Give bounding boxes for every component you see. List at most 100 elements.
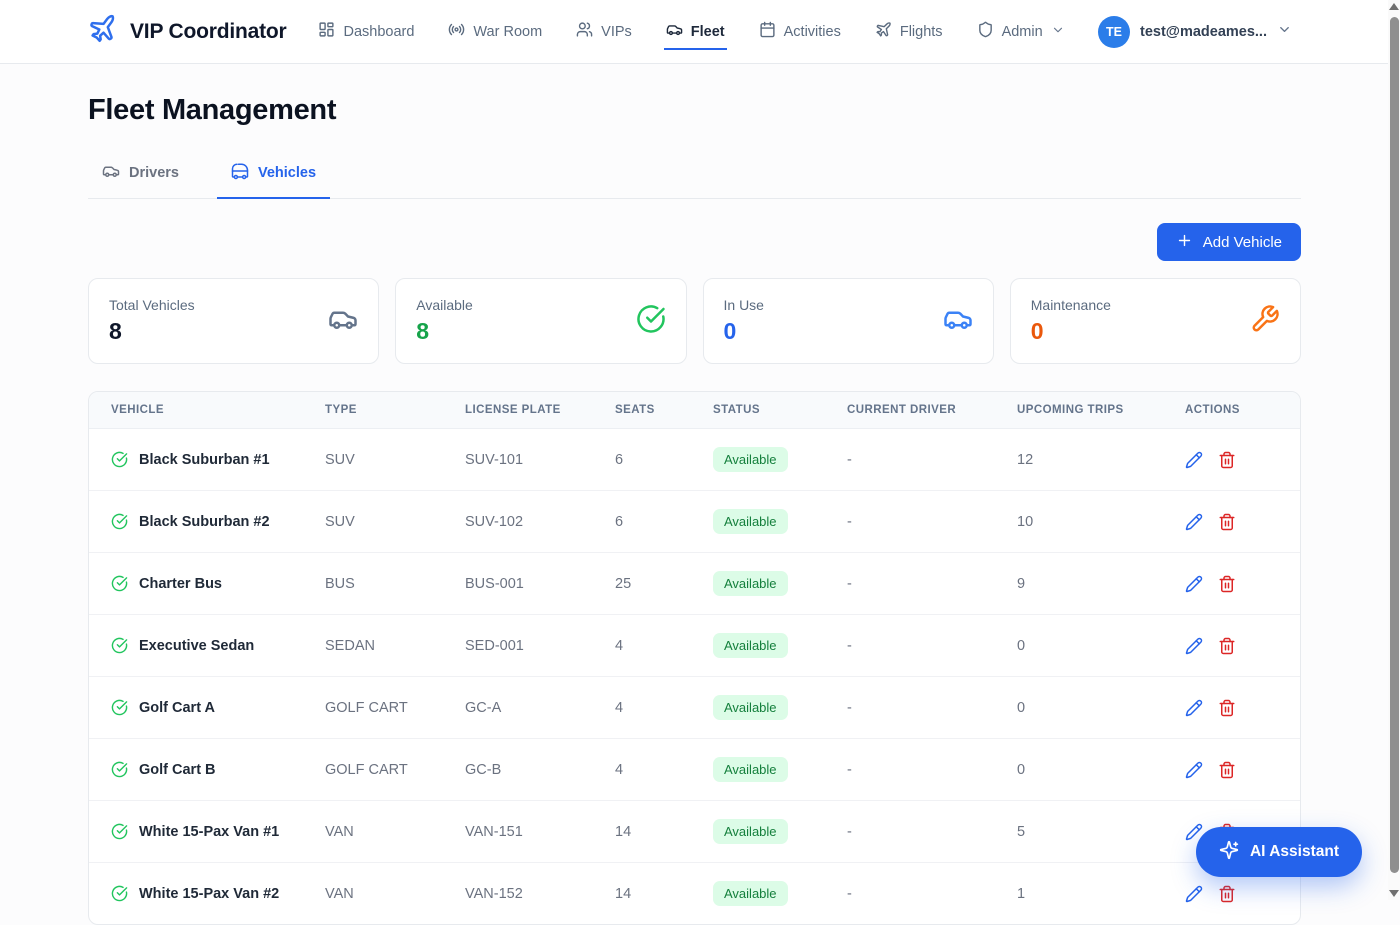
vehicle-seats: 25 — [615, 553, 713, 615]
circle-check-icon — [111, 451, 128, 468]
delete-button[interactable] — [1218, 699, 1236, 717]
vehicle-name-cell: Golf Cart B — [111, 761, 315, 778]
stat-label: Available — [416, 297, 473, 313]
row-actions — [1185, 451, 1290, 469]
vehicle-type: SUV — [325, 429, 465, 491]
vehicle-type: BUS — [325, 553, 465, 615]
nav-item-vips[interactable]: VIPs — [574, 13, 634, 50]
stat-label: Maintenance — [1031, 297, 1111, 313]
shield-icon — [977, 21, 994, 42]
vehicle-name-cell: Executive Sedan — [111, 637, 315, 654]
brand-title: VIP Coordinator — [130, 20, 286, 44]
vehicle-seats: 14 — [615, 863, 713, 925]
vehicle-name-cell: White 15-Pax Van #1 — [111, 823, 315, 840]
circle-check-icon — [111, 885, 128, 902]
vertical-scrollbar[interactable] — [1388, 0, 1400, 900]
current-driver: - — [847, 801, 1017, 863]
status-badge: Available — [713, 881, 788, 906]
circle-check-icon — [111, 513, 128, 530]
nav-label: Activities — [784, 24, 841, 40]
status-badge: Available — [713, 509, 788, 534]
circle-check-icon — [636, 304, 666, 339]
tab-label: Vehicles — [258, 165, 316, 181]
nav-label: Dashboard — [343, 24, 414, 40]
avatar: TE — [1098, 16, 1130, 48]
vehicle-type: SEDAN — [325, 615, 465, 677]
vehicle-license-plate: SUV-102 — [465, 491, 615, 553]
tab-drivers[interactable]: Drivers — [88, 154, 193, 199]
table-row: Black Suburban #2 SUV SUV-102 6 Availabl… — [89, 491, 1300, 553]
nav-item-war-room[interactable]: War Room — [446, 13, 544, 50]
brand[interactable]: VIP Coordinator — [88, 14, 286, 49]
nav-item-fleet[interactable]: Fleet — [664, 13, 727, 50]
nav-item-admin[interactable]: Admin — [975, 13, 1067, 50]
stat-value: 8 — [109, 318, 195, 345]
table-row: Charter Bus BUS BUS-001 25 Available - 9 — [89, 553, 1300, 615]
delete-button[interactable] — [1218, 637, 1236, 655]
table-header-row: Vehicle Type License Plate Seats Status … — [89, 392, 1300, 429]
vehicle-name: White 15-Pax Van #1 — [139, 824, 279, 840]
table-row: Golf Cart A GOLF CART GC-A 4 Available -… — [89, 677, 1300, 739]
edit-button[interactable] — [1185, 451, 1203, 469]
current-driver: - — [847, 615, 1017, 677]
add-vehicle-button[interactable]: Add Vehicle — [1157, 223, 1301, 261]
col-status: Status — [713, 392, 847, 429]
current-driver: - — [847, 677, 1017, 739]
scrollbar-down-arrow[interactable] — [1389, 890, 1399, 897]
vehicle-type: GOLF CART — [325, 677, 465, 739]
edit-button[interactable] — [1185, 513, 1203, 531]
ai-assistant-button[interactable]: AI Assistant — [1196, 827, 1362, 877]
nav-label: Admin — [1002, 24, 1043, 40]
vehicle-type: VAN — [325, 863, 465, 925]
tab-label: Drivers — [129, 165, 179, 181]
user-menu[interactable]: TE test@madeames... — [1098, 16, 1292, 48]
vehicle-name-cell: Black Suburban #2 — [111, 513, 315, 530]
plane-logo-icon — [88, 14, 118, 49]
row-actions — [1185, 699, 1290, 717]
sparkles-icon — [1219, 840, 1239, 865]
upcoming-trips: 0 — [1017, 615, 1185, 677]
delete-button[interactable] — [1218, 451, 1236, 469]
vehicle-table-body: Black Suburban #1 SUV SUV-101 6 Availabl… — [89, 429, 1300, 925]
col-upcoming-trips: Upcoming Trips — [1017, 392, 1185, 429]
main-nav: Dashboard War Room VIPs Fleet Activities — [316, 13, 1066, 50]
status-badge: Available — [713, 633, 788, 658]
page-title: Fleet Management — [88, 94, 1301, 127]
nav-item-activities[interactable]: Activities — [757, 13, 843, 50]
edit-button[interactable] — [1185, 699, 1203, 717]
nav-label: Flights — [900, 24, 943, 40]
vehicle-type: GOLF CART — [325, 739, 465, 801]
delete-button[interactable] — [1218, 761, 1236, 779]
calendar-icon — [759, 21, 776, 42]
vehicle-license-plate: VAN-151 — [465, 801, 615, 863]
nav-item-dashboard[interactable]: Dashboard — [316, 13, 416, 50]
edit-button[interactable] — [1185, 637, 1203, 655]
fleet-tabs: Drivers Vehicles — [88, 154, 1301, 199]
delete-button[interactable] — [1218, 575, 1236, 593]
radio-broadcast-icon — [448, 21, 465, 42]
tab-vehicles[interactable]: Vehicles — [217, 154, 330, 199]
edit-button[interactable] — [1185, 761, 1203, 779]
status-badge: Available — [713, 819, 788, 844]
row-actions — [1185, 575, 1290, 593]
nav-item-flights[interactable]: Flights — [873, 13, 945, 50]
delete-button[interactable] — [1218, 513, 1236, 531]
scrollbar-up-arrow[interactable] — [1389, 3, 1399, 10]
edit-button[interactable] — [1185, 575, 1203, 593]
vehicle-name-cell: Golf Cart A — [111, 699, 315, 716]
vehicles-table: Vehicle Type License Plate Seats Status … — [89, 392, 1300, 924]
vehicle-name-cell: Black Suburban #1 — [111, 451, 315, 468]
upcoming-trips: 5 — [1017, 801, 1185, 863]
vehicle-name: Golf Cart A — [139, 700, 215, 716]
toolbar: Add Vehicle — [88, 223, 1301, 261]
current-driver: - — [847, 739, 1017, 801]
vehicles-table-card: Vehicle Type License Plate Seats Status … — [88, 391, 1301, 925]
vehicle-name: Golf Cart B — [139, 762, 216, 778]
table-row: Golf Cart B GOLF CART GC-B 4 Available -… — [89, 739, 1300, 801]
table-row: White 15-Pax Van #2 VAN VAN-152 14 Avail… — [89, 863, 1300, 925]
vehicle-license-plate: VAN-152 — [465, 863, 615, 925]
col-current-driver: Current Driver — [847, 392, 1017, 429]
top-navbar: VIP Coordinator Dashboard War Room VIPs … — [0, 0, 1400, 64]
scrollbar-thumb[interactable] — [1390, 17, 1399, 873]
circle-check-icon — [111, 823, 128, 840]
